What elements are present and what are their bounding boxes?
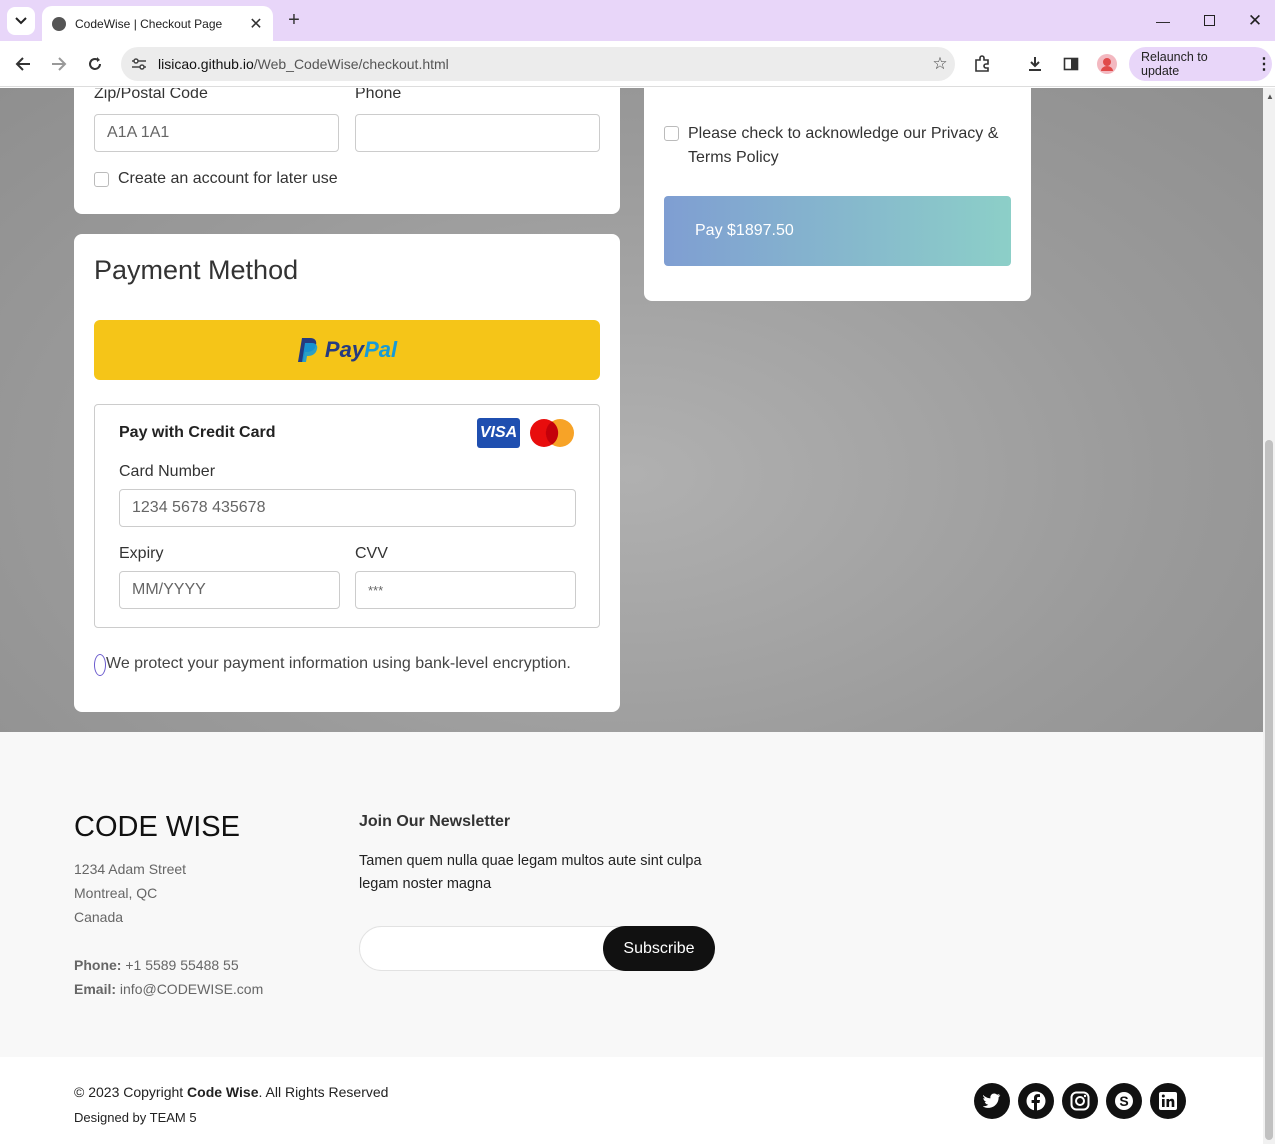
footer-bottom: © 2023 Copyright Code Wise. All Rights R… bbox=[0, 1057, 1263, 1144]
payment-card: Payment Method Pay Pal Pay with Credit Ca… bbox=[74, 234, 620, 712]
expiry-input[interactable]: MM/YYYY bbox=[119, 571, 340, 609]
phone-label: Phone bbox=[355, 88, 402, 102]
address-line: Montreal, QC bbox=[74, 885, 158, 901]
designed-by: Designed by TEAM 5 bbox=[74, 1110, 197, 1125]
profile-avatar[interactable] bbox=[1094, 51, 1120, 77]
lock-icon bbox=[94, 654, 106, 676]
copyright-brand: Code Wise bbox=[187, 1084, 259, 1100]
instagram-icon bbox=[1070, 1091, 1090, 1111]
privacy-checkbox[interactable] bbox=[664, 126, 679, 141]
address-line: Canada bbox=[74, 909, 124, 925]
browser-tab-bar: CodeWise | Checkout Page ✕ + — ✕ bbox=[0, 0, 1275, 41]
side-panel-icon[interactable] bbox=[1058, 51, 1084, 77]
facebook-link[interactable] bbox=[1018, 1083, 1054, 1119]
linkedin-icon bbox=[1159, 1092, 1177, 1110]
create-account-checkbox[interactable] bbox=[94, 172, 109, 187]
linkedin-link[interactable] bbox=[1150, 1083, 1186, 1119]
visa-icon: VISA bbox=[477, 418, 520, 448]
reload-button[interactable] bbox=[81, 50, 109, 78]
tab-search-button[interactable] bbox=[7, 7, 35, 35]
facebook-icon bbox=[1026, 1091, 1046, 1111]
page-content: Zip/Postal Code Phone A1A 1A1 Create an … bbox=[0, 88, 1263, 1144]
email-value: info@CODEWISE.com bbox=[119, 981, 264, 997]
expiry-label: Expiry bbox=[119, 545, 164, 562]
close-window-button[interactable]: ✕ bbox=[1232, 0, 1275, 41]
checkout-section: Zip/Postal Code Phone A1A 1A1 Create an … bbox=[0, 88, 1263, 732]
create-account-label: Create an account for later use bbox=[118, 170, 338, 187]
phone-input[interactable] bbox=[355, 114, 600, 152]
download-icon[interactable] bbox=[1022, 51, 1048, 77]
scrollbar-thumb[interactable] bbox=[1265, 440, 1273, 1140]
mastercard-icon bbox=[530, 419, 574, 447]
paypal-text-pal: Pal bbox=[364, 337, 398, 362]
zip-input[interactable]: A1A 1A1 bbox=[94, 114, 339, 152]
reload-icon bbox=[89, 57, 101, 70]
cvv-input[interactable]: *** bbox=[355, 571, 576, 609]
url-text: lisicao.github.io/Web_CodeWise/checkout.… bbox=[158, 56, 449, 72]
address-bar[interactable]: lisicao.github.io/Web_CodeWise/checkout.… bbox=[121, 47, 955, 81]
relaunch-button[interactable]: Relaunch to update ⋮ bbox=[1129, 47, 1272, 81]
card-number-label: Card Number bbox=[119, 463, 216, 480]
page-scrollbar[interactable]: ▲ bbox=[1263, 88, 1275, 1144]
order-summary-card: Please check to acknowledge our Privacy … bbox=[644, 88, 1031, 301]
footer-address: 1234 Adam Street Montreal, QC Canada Pho… bbox=[74, 857, 263, 1001]
bookmark-star-icon[interactable]: ☆ bbox=[925, 54, 955, 74]
site-settings-icon[interactable] bbox=[131, 56, 147, 72]
relaunch-label: Relaunch to update bbox=[1141, 50, 1208, 78]
maximize-button[interactable] bbox=[1186, 0, 1232, 41]
close-tab-icon[interactable]: ✕ bbox=[245, 13, 267, 35]
newsletter-title: Join Our Newsletter bbox=[359, 813, 511, 830]
twitter-icon bbox=[983, 1093, 1001, 1108]
paypal-button[interactable]: Pay Pal bbox=[94, 320, 600, 380]
instagram-link[interactable] bbox=[1062, 1083, 1098, 1119]
phone-label: Phone: bbox=[74, 957, 122, 973]
minimize-button[interactable]: — bbox=[1140, 0, 1186, 41]
footer-brand: CODE WISE bbox=[74, 811, 240, 843]
security-note: We protect your payment information usin… bbox=[106, 655, 571, 672]
footer: CODE WISE 1234 Adam Street Montreal, QC … bbox=[0, 732, 1263, 1057]
privacy-label: Please check to acknowledge our Privacy … bbox=[688, 125, 999, 166]
copyright: © 2023 Copyright Code Wise. All Rights R… bbox=[74, 1084, 388, 1100]
billing-card: Zip/Postal Code Phone A1A 1A1 Create an … bbox=[74, 88, 620, 214]
skype-icon: S bbox=[1115, 1092, 1133, 1110]
pay-button[interactable]: Pay $1897.50 bbox=[664, 196, 1011, 266]
newsletter-text: Tamen quem nulla quae legam multos aute … bbox=[359, 853, 702, 892]
maximize-icon bbox=[1203, 15, 1215, 26]
credit-card-box: Pay with Credit Card VISA Card Number 12… bbox=[94, 404, 600, 628]
twitter-link[interactable] bbox=[974, 1083, 1010, 1119]
chevron-down-icon bbox=[15, 17, 27, 25]
paypal-icon bbox=[297, 338, 318, 362]
paypal-text-pay: Pay bbox=[324, 337, 365, 362]
copyright-suffix: . All Rights Reserved bbox=[258, 1084, 389, 1100]
skype-link[interactable]: S bbox=[1106, 1083, 1142, 1119]
more-vert-icon: ⋮ bbox=[1256, 56, 1272, 73]
phone-value: +1 5589 55488 55 bbox=[125, 957, 239, 973]
address-line: 1234 Adam Street bbox=[74, 861, 187, 877]
tab-title: CodeWise | Checkout Page bbox=[75, 16, 223, 31]
browser-tab[interactable]: CodeWise | Checkout Page ✕ bbox=[42, 6, 273, 41]
copyright-prefix: © 2023 Copyright bbox=[74, 1084, 188, 1100]
subscribe-button[interactable]: Subscribe bbox=[603, 926, 715, 971]
browser-toolbar: lisicao.github.io/Web_CodeWise/checkout.… bbox=[0, 41, 1275, 87]
globe-icon bbox=[52, 16, 66, 31]
forward-button[interactable] bbox=[45, 50, 73, 78]
email-label: Email: bbox=[74, 981, 117, 997]
back-button[interactable] bbox=[9, 50, 37, 78]
extensions-icon[interactable] bbox=[969, 51, 995, 77]
cvv-label: CVV bbox=[355, 545, 388, 562]
payment-title: Payment Method bbox=[94, 255, 299, 285]
zip-label: Zip/Postal Code bbox=[94, 88, 208, 102]
credit-card-title: Pay with Credit Card bbox=[119, 424, 276, 441]
arrow-right-icon bbox=[52, 57, 67, 71]
svg-text:S: S bbox=[1119, 1093, 1128, 1109]
arrow-left-icon bbox=[15, 57, 30, 71]
card-number-input[interactable]: 1234 5678 435678 bbox=[119, 489, 576, 527]
new-tab-button[interactable]: + bbox=[283, 9, 305, 31]
scroll-up-icon[interactable]: ▲ bbox=[1266, 92, 1274, 101]
